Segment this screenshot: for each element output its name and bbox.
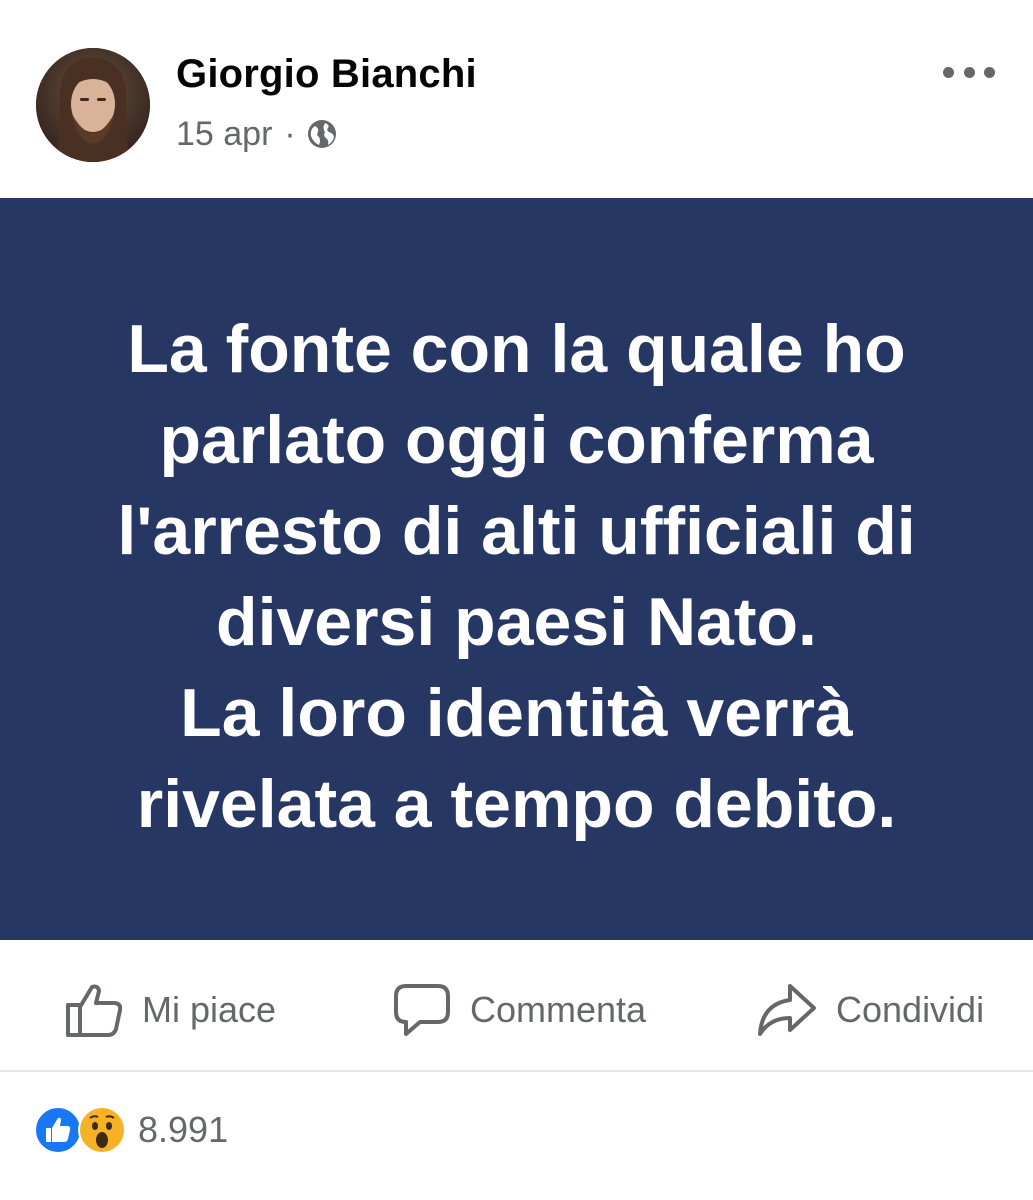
avatar[interactable] xyxy=(36,48,150,162)
avatar-image xyxy=(36,48,150,162)
reaction-count: 8.991 xyxy=(138,1109,229,1150)
post-text-card[interactable]: La fonte con la quale ho parlato oggi co… xyxy=(0,198,1033,940)
like-label: Mi piace xyxy=(142,989,277,1030)
dot-icon xyxy=(963,66,975,78)
dot-icon xyxy=(984,66,995,78)
post-text-line: diversi paesi Nato. xyxy=(216,584,817,660)
more-options-button[interactable] xyxy=(943,54,995,90)
like-reaction-icon xyxy=(34,1106,82,1154)
globe-icon xyxy=(306,118,338,150)
post-meta: 15 apr · xyxy=(176,112,338,156)
thumbs-up-icon xyxy=(66,984,123,1037)
post-text-line: parlato oggi conferma xyxy=(159,402,874,478)
facebook-post: Giorgio Bianchi 15 apr · La fonte con la… xyxy=(0,0,1033,1200)
wow-reaction-icon xyxy=(78,1106,126,1154)
meta-separator: · xyxy=(284,114,296,153)
post-text-line: La loro identità verrà xyxy=(180,675,853,751)
post-text-line: La fonte con la quale ho xyxy=(127,311,906,387)
post-text-line: l'arresto di alti ufficiali di xyxy=(117,493,916,569)
dot-icon xyxy=(943,66,954,78)
comment-button[interactable]: Commenta xyxy=(392,982,646,1038)
reactions-summary[interactable]: 8.991 xyxy=(34,1104,228,1156)
author-name[interactable]: Giorgio Bianchi xyxy=(176,52,477,97)
post-text-line: rivelata a tempo debito. xyxy=(136,766,897,842)
post-text: La fonte con la quale ho parlato oggi co… xyxy=(37,304,997,850)
post-date[interactable]: 15 apr xyxy=(176,115,272,154)
share-button[interactable]: Condividi xyxy=(756,982,984,1038)
divider xyxy=(0,1070,1033,1072)
share-arrow-icon xyxy=(758,984,816,1036)
like-button[interactable]: Mi piace xyxy=(64,981,276,1039)
comment-bubble-icon xyxy=(394,984,450,1036)
share-label: Condividi xyxy=(836,989,985,1030)
action-bar: Mi piace Commenta Condividi xyxy=(0,960,1033,1060)
comment-label: Commenta xyxy=(470,989,647,1030)
